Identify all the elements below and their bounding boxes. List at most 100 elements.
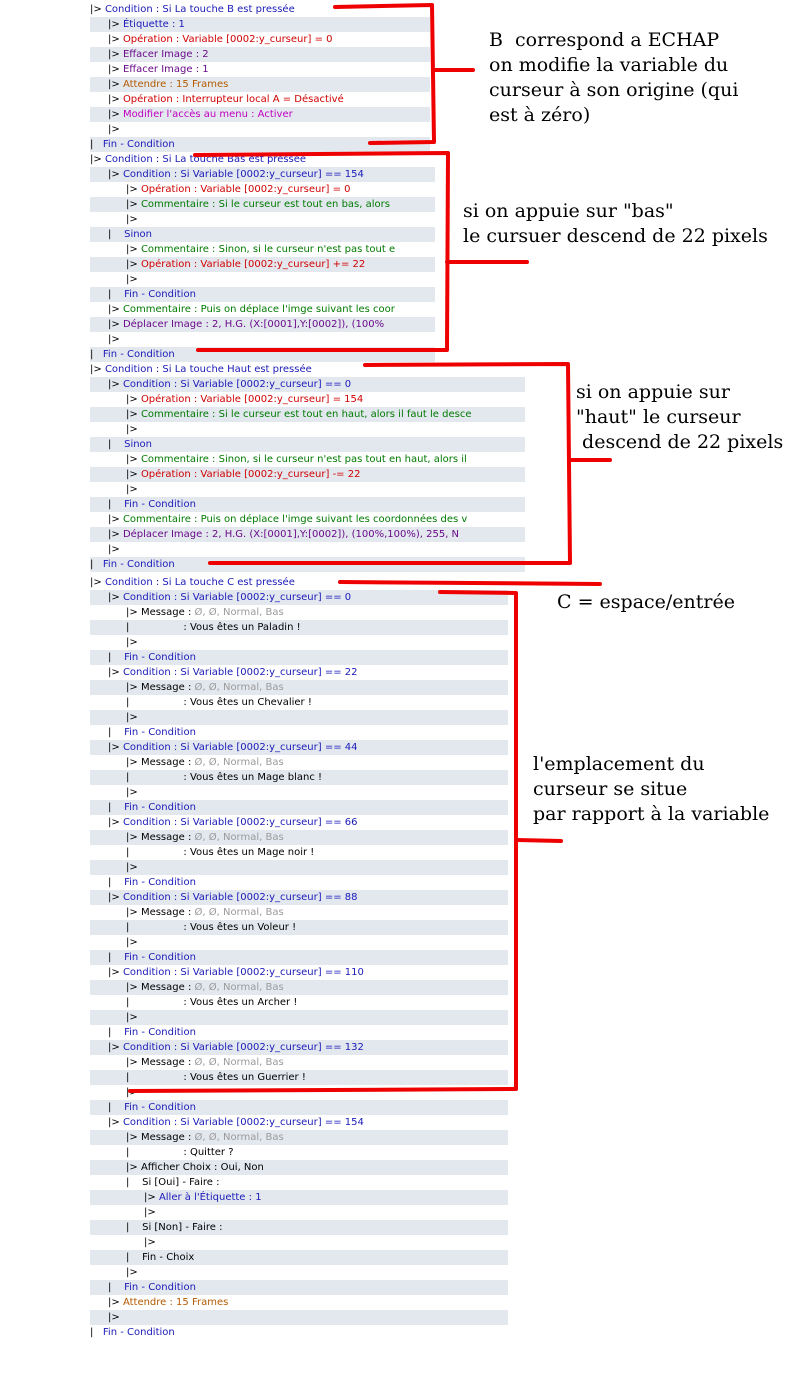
code-line[interactable]: |> Condition : Si Variable [0002:y_curse… xyxy=(90,377,525,392)
code-line[interactable]: | Fin - Choix xyxy=(90,1250,508,1265)
code-line[interactable]: | Fin - Condition xyxy=(90,725,508,740)
code-line[interactable]: | Fin - Condition xyxy=(90,800,508,815)
code-token: |> xyxy=(126,469,141,480)
code-line[interactable]: | : Vous êtes un Chevalier ! xyxy=(90,695,508,710)
code-line[interactable]: |> Commentaire : Si le curseur est tout … xyxy=(90,197,435,212)
code-line[interactable]: |> Condition : Si Variable [0002:y_curse… xyxy=(90,965,508,980)
code-line[interactable]: |> Opération : Variable [0002:y_curseur]… xyxy=(90,32,430,47)
code-line[interactable]: | Si [Oui] - Faire : xyxy=(90,1175,508,1190)
code-line[interactable]: |> xyxy=(90,1010,508,1025)
code-line[interactable]: |> xyxy=(90,212,435,227)
code-line[interactable]: |> Attendre : 15 Frames xyxy=(90,1295,508,1310)
code-line[interactable]: | : Quitter ? xyxy=(90,1145,508,1160)
code-line[interactable]: |> Message : Ø, Ø, Normal, Bas xyxy=(90,605,508,620)
code-line[interactable]: |> Message : Ø, Ø, Normal, Bas xyxy=(90,1130,508,1145)
code-line[interactable]: | Fin - Condition xyxy=(90,950,508,965)
code-line[interactable]: |> xyxy=(90,1265,508,1280)
code-token: |> xyxy=(108,742,123,753)
code-line[interactable]: |> Condition : Si La touche Bas est pres… xyxy=(90,152,435,167)
code-line[interactable]: | Sinon xyxy=(90,227,435,242)
code-line[interactable]: | Fin - Condition xyxy=(90,650,508,665)
code-line[interactable]: | : Vous êtes un Mage blanc ! xyxy=(90,770,508,785)
code-line[interactable]: |> Opération : Interrupteur local A = Dé… xyxy=(90,92,430,107)
code-token: |> xyxy=(90,4,105,15)
code-line[interactable]: | Fin - Condition xyxy=(90,557,525,572)
code-line[interactable]: |> Afficher Choix : Oui, Non xyxy=(90,1160,508,1175)
code-line[interactable]: |> xyxy=(90,332,435,347)
code-line[interactable]: |> Effacer Image : 2 xyxy=(90,47,430,62)
code-line[interactable]: | Fin - Condition xyxy=(90,1280,508,1295)
code-line[interactable]: |> Message : Ø, Ø, Normal, Bas xyxy=(90,680,508,695)
code-line[interactable]: |> Condition : Si Variable [0002:y_curse… xyxy=(90,1115,508,1130)
code-token: |> xyxy=(126,637,138,648)
code-line[interactable]: | : Vous êtes un Archer ! xyxy=(90,995,508,1010)
code-line[interactable]: |> Condition : Si La touche C est pressé… xyxy=(90,575,508,590)
code-line[interactable]: |> Message : Ø, Ø, Normal, Bas xyxy=(90,980,508,995)
code-line[interactable]: |> xyxy=(90,785,508,800)
code-line[interactable]: |> xyxy=(90,1205,508,1220)
code-line[interactable]: | Fin - Condition xyxy=(90,137,430,152)
code-line[interactable]: | : Vous êtes un Voleur ! xyxy=(90,920,508,935)
code-line[interactable]: | Fin - Condition xyxy=(90,1325,508,1340)
code-line[interactable]: |> Attendre : 15 Frames xyxy=(90,77,430,92)
code-line[interactable]: |> xyxy=(90,122,430,137)
code-line[interactable]: |> Opération : Variable [0002:y_curseur]… xyxy=(90,467,525,482)
code-line[interactable]: |> Effacer Image : 1 xyxy=(90,62,430,77)
code-line[interactable]: |> xyxy=(90,272,435,287)
code-line[interactable]: |> Condition : Si La touche B est pressé… xyxy=(90,2,430,17)
code-line[interactable]: |> xyxy=(90,422,525,437)
code-line[interactable]: |> xyxy=(90,635,508,650)
code-token: |> xyxy=(108,34,123,45)
code-token: |> xyxy=(108,1117,123,1128)
code-line[interactable]: |> Message : Ø, Ø, Normal, Bas xyxy=(90,905,508,920)
code-line[interactable]: | Fin - Condition xyxy=(90,497,525,512)
code-line[interactable]: |> xyxy=(90,542,525,557)
code-line[interactable]: |> Commentaire : Sinon, si le curseur n'… xyxy=(90,452,525,467)
code-line[interactable]: |> Condition : Si La touche Haut est pre… xyxy=(90,362,525,377)
code-line[interactable]: |> Message : Ø, Ø, Normal, Bas xyxy=(90,830,508,845)
code-line[interactable]: |> xyxy=(90,1310,508,1325)
code-line[interactable]: |> xyxy=(90,482,525,497)
code-line[interactable]: |> Condition : Si Variable [0002:y_curse… xyxy=(90,665,508,680)
code-line[interactable]: |> Déplacer Image : 2, H.G. (X:[0001],Y:… xyxy=(90,317,435,332)
code-token: | xyxy=(126,1222,143,1233)
code-line[interactable]: |> Commentaire : Puis on déplace l'imge … xyxy=(90,512,525,527)
code-line[interactable]: |> Modifier l'accès au menu : Activer xyxy=(90,107,430,122)
code-line[interactable]: | Fin - Condition xyxy=(90,287,435,302)
code-line[interactable]: |> Opération : Variable [0002:y_curseur]… xyxy=(90,182,435,197)
code-line[interactable]: | Fin - Condition xyxy=(90,347,435,362)
code-line[interactable]: |> xyxy=(90,1085,508,1100)
code-line[interactable]: |> xyxy=(90,860,508,875)
code-line[interactable]: |> xyxy=(90,1235,508,1250)
code-line[interactable]: |> Commentaire : Sinon, si le curseur n'… xyxy=(90,242,435,257)
code-line[interactable]: |> Opération : Variable [0002:y_curseur]… xyxy=(90,392,525,407)
code-token: |> xyxy=(126,787,138,798)
code-line[interactable]: |> Condition : Si Variable [0002:y_curse… xyxy=(90,890,508,905)
code-line[interactable]: |> xyxy=(90,710,508,725)
code-line[interactable]: | Fin - Condition xyxy=(90,1100,508,1115)
code-line[interactable]: |> Commentaire : Si le curseur est tout … xyxy=(90,407,525,422)
code-line[interactable]: | Fin - Condition xyxy=(90,875,508,890)
code-line[interactable]: | Si [Non] - Faire : xyxy=(90,1220,508,1235)
code-line[interactable]: | Fin - Condition xyxy=(90,1025,508,1040)
code-line[interactable]: |> Opération : Variable [0002:y_curseur]… xyxy=(90,257,435,272)
code-token: Commentaire : Puis on déplace l'imge sui… xyxy=(122,514,468,525)
code-line[interactable]: |> Étiquette : 1 xyxy=(90,17,430,32)
code-line[interactable]: |> Aller à l'Étiquette : 1 xyxy=(90,1190,508,1205)
code-line[interactable]: |> Commentaire : Puis on déplace l'imge … xyxy=(90,302,435,317)
code-line[interactable]: |> Condition : Si Variable [0002:y_curse… xyxy=(90,740,508,755)
code-token: |> xyxy=(126,274,138,285)
code-line[interactable]: |> xyxy=(90,935,508,950)
code-line[interactable]: | Sinon xyxy=(90,437,525,452)
code-line[interactable]: |> Condition : Si Variable [0002:y_curse… xyxy=(90,815,508,830)
code-line[interactable]: |> Condition : Si Variable [0002:y_curse… xyxy=(90,590,508,605)
code-token: | xyxy=(108,1027,125,1038)
code-line[interactable]: |> Déplacer Image : 2, H.G. (X:[0001],Y:… xyxy=(90,527,525,542)
code-line[interactable]: | : Vous êtes un Paladin ! xyxy=(90,620,508,635)
code-line[interactable]: |> Message : Ø, Ø, Normal, Bas xyxy=(90,1055,508,1070)
code-line[interactable]: | : Vous êtes un Guerrier ! xyxy=(90,1070,508,1085)
code-line[interactable]: |> Message : Ø, Ø, Normal, Bas xyxy=(90,755,508,770)
code-line[interactable]: |> Condition : Si Variable [0002:y_curse… xyxy=(90,167,435,182)
code-line[interactable]: | : Vous êtes un Mage noir ! xyxy=(90,845,508,860)
code-line[interactable]: |> Condition : Si Variable [0002:y_curse… xyxy=(90,1040,508,1055)
